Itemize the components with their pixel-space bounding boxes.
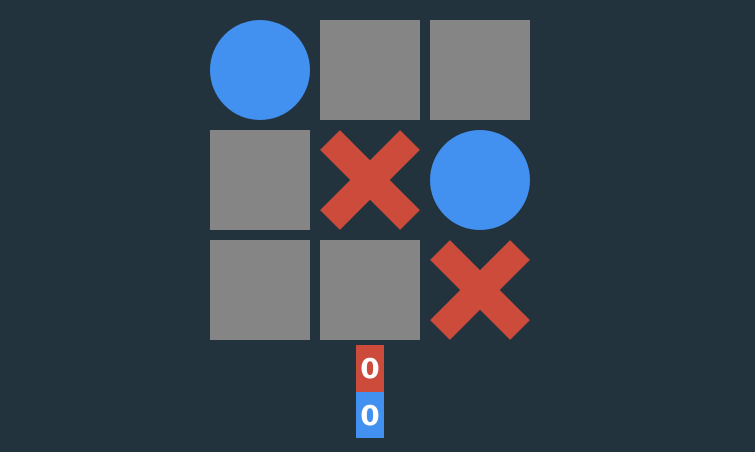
board-cell-2[interactable] (430, 20, 530, 120)
board-cell-8[interactable] (430, 240, 530, 340)
x-mark-icon (430, 240, 530, 340)
o-mark-icon (210, 20, 310, 120)
board-cell-6[interactable] (210, 240, 310, 340)
board-cell-4[interactable] (320, 130, 420, 230)
x-score: 0 (356, 345, 384, 392)
x-mark-icon (320, 130, 420, 230)
board-cell-0[interactable] (210, 20, 310, 120)
board-cell-7[interactable] (320, 240, 420, 340)
o-score: 0 (356, 392, 384, 438)
board-cell-3[interactable] (210, 130, 310, 230)
board-cell-1[interactable] (320, 20, 420, 120)
board-cell-5[interactable] (430, 130, 530, 230)
o-mark-icon (430, 130, 530, 230)
